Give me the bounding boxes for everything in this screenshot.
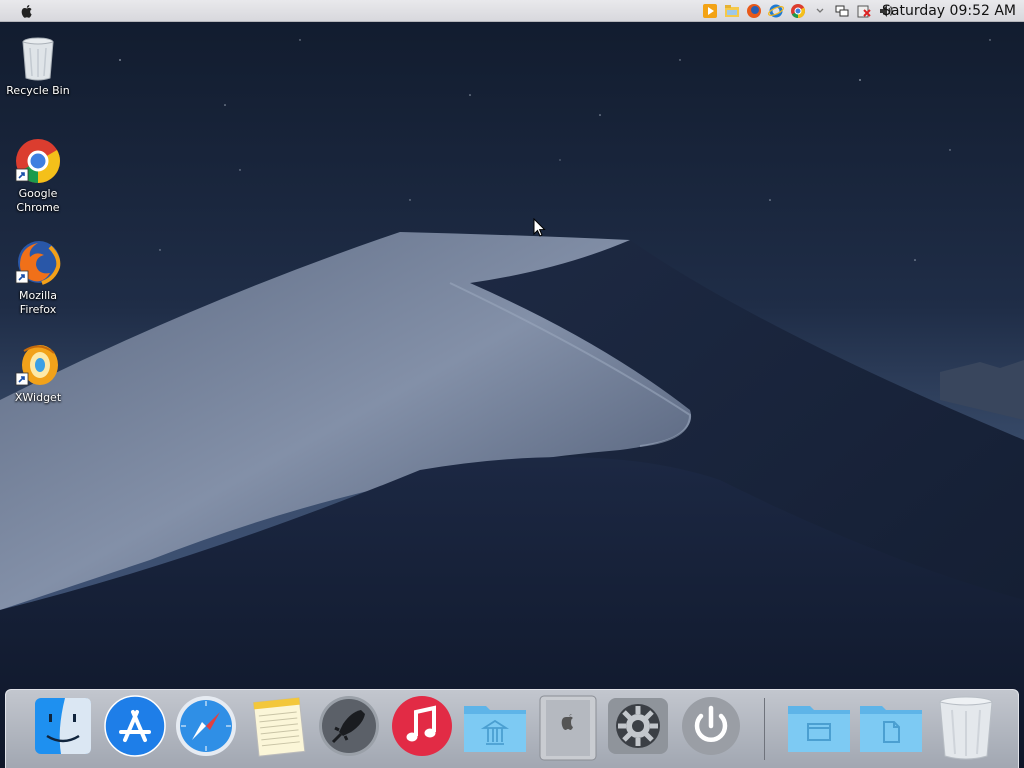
desktop-wallpaper [0, 0, 1024, 768]
system-tray [702, 3, 894, 19]
menu-bar: Saturday 09:52 AM [0, 0, 1024, 22]
dock-item-documents-folder[interactable] [784, 694, 854, 762]
desktop-icon-recycle-bin[interactable]: Recycle Bin [0, 36, 76, 98]
notes-icon [252, 697, 306, 757]
dock-item-mac-pro[interactable] [536, 694, 600, 762]
desktop-icon-mozilla-firefox[interactable]: Mozilla Firefox [0, 239, 76, 317]
dock-separator [764, 698, 765, 760]
app-store-icon [104, 695, 166, 757]
folder-icon [788, 706, 850, 752]
music-note-icon [392, 696, 452, 756]
desktop-icon-label: Recycle Bin [6, 84, 70, 97]
firefox-icon[interactable] [746, 3, 762, 19]
dock-item-safari[interactable] [174, 694, 238, 762]
dock-item-launchpad[interactable] [317, 694, 381, 762]
chevron-icon[interactable] [812, 3, 828, 19]
firefox-icon [15, 241, 61, 285]
chrome-icon[interactable] [790, 3, 806, 19]
file-explorer-icon[interactable] [724, 3, 740, 19]
dock-item-notes[interactable] [246, 694, 310, 762]
power-icon [682, 697, 740, 755]
mouse-cursor-icon [533, 218, 546, 237]
rocket-icon [319, 696, 379, 756]
removable-drive-icon[interactable] [856, 3, 872, 19]
dock-item-downloads-folder[interactable] [856, 694, 926, 762]
dock-item-shutdown[interactable] [679, 694, 743, 762]
dock [5, 689, 1019, 768]
desktop-icon-label: Google Chrome [16, 187, 60, 214]
apple-icon[interactable] [18, 2, 36, 20]
internet-explorer-icon[interactable] [768, 3, 784, 19]
file-folder-icon [860, 706, 922, 752]
desktop-icon-label: XWidget [14, 391, 62, 404]
dock-item-applications-folder[interactable] [460, 694, 530, 762]
dock-item-itunes[interactable] [390, 694, 454, 762]
desktop-icon-label: Mozilla Firefox [19, 289, 57, 316]
mac-pro-icon [539, 695, 597, 761]
safari-icon [176, 696, 236, 756]
recycle-bin-icon [22, 37, 54, 81]
applications-folder-icon [464, 706, 526, 752]
gear-icon [608, 698, 668, 754]
dock-item-trash[interactable] [934, 694, 998, 762]
dock-item-app-store[interactable] [103, 694, 167, 762]
network-icon[interactable] [834, 3, 850, 19]
media-player-icon[interactable] [702, 3, 718, 19]
desktop-icon-xwidget[interactable]: XWidget [0, 341, 76, 405]
desktop-icon-google-chrome[interactable]: Google Chrome [0, 137, 76, 215]
finder-icon [35, 698, 91, 754]
clock[interactable]: Saturday 09:52 AM [882, 2, 1016, 20]
trash-icon [939, 696, 993, 760]
chrome-icon [15, 139, 60, 183]
dock-item-system-preferences[interactable] [606, 694, 670, 762]
dock-item-finder[interactable] [31, 694, 95, 762]
xwidget-icon [15, 345, 58, 386]
